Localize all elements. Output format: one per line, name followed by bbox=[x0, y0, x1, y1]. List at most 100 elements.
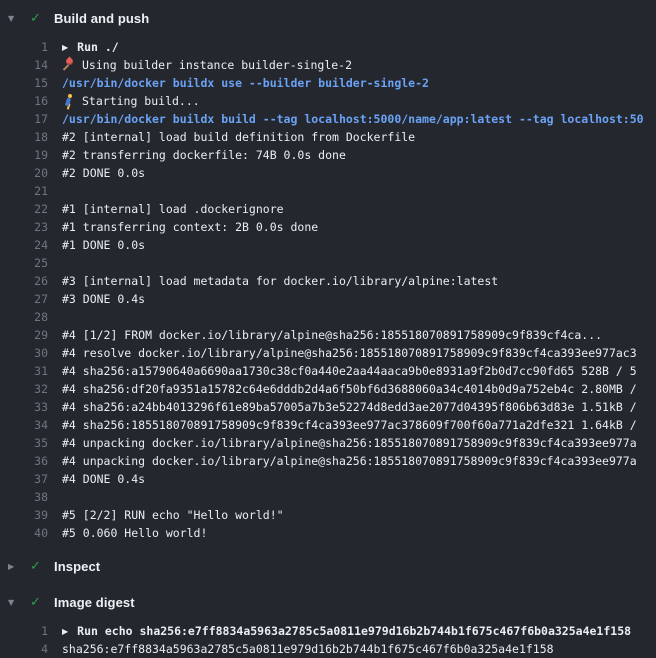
line-number[interactable]: 30 bbox=[0, 344, 48, 362]
line-text: #5 [2/2] RUN echo "Hello world!" bbox=[62, 506, 656, 524]
line-text: Starting build... bbox=[62, 92, 656, 110]
line-text: sha256:e7ff8834a5963a2785c5a0811e979d16b… bbox=[62, 640, 656, 658]
log-line: 17 /usr/bin/docker buildx build --tag lo… bbox=[0, 110, 656, 128]
line-text: #2 DONE 0.0s bbox=[62, 164, 656, 182]
line-number[interactable]: 26 bbox=[0, 272, 48, 290]
line-number[interactable]: 27 bbox=[0, 290, 48, 308]
line-text: #4 [1/2] FROM docker.io/library/alpine@s… bbox=[62, 326, 656, 344]
log-line: 14 Using builder instance builder-single… bbox=[0, 56, 656, 74]
line-number[interactable]: 32 bbox=[0, 380, 48, 398]
log-line: 38 bbox=[0, 488, 656, 506]
log-line: 24 #1 DONE 0.0s bbox=[0, 236, 656, 254]
step-log-lines: 1 ▶Run ./ 14 Using builder instance buil… bbox=[0, 38, 656, 542]
line-text: #2 [internal] load build definition from… bbox=[62, 128, 656, 146]
line-number[interactable]: 15 bbox=[0, 74, 48, 92]
line-text: #2 transferring dockerfile: 74B 0.0s don… bbox=[62, 146, 656, 164]
line-number[interactable]: 38 bbox=[0, 488, 48, 506]
expand-group-icon[interactable]: ▶ bbox=[62, 623, 68, 640]
line-text: #4 unpacking docker.io/library/alpine@sh… bbox=[62, 452, 656, 470]
line-text: /usr/bin/docker buildx build --tag local… bbox=[62, 110, 656, 128]
line-number[interactable]: 31 bbox=[0, 362, 48, 380]
log-line: 21 bbox=[0, 182, 656, 200]
log-line: 28 bbox=[0, 308, 656, 326]
line-text bbox=[62, 488, 656, 506]
step-title: Image digest bbox=[54, 595, 135, 610]
step-log-lines: 1 ▶Run echo sha256:e7ff8834a5963a2785c5a… bbox=[0, 622, 656, 658]
log-line: 4 sha256:e7ff8834a5963a2785c5a0811e979d1… bbox=[0, 640, 656, 658]
line-text bbox=[62, 254, 656, 272]
line-number[interactable]: 23 bbox=[0, 218, 48, 236]
step-header[interactable]: ▶ ✓ Inspect bbox=[0, 552, 656, 580]
line-number[interactable]: 40 bbox=[0, 524, 48, 542]
line-text: ▶Run ./ bbox=[62, 38, 656, 56]
line-number[interactable]: 37 bbox=[0, 470, 48, 488]
line-text: ▶Run echo sha256:e7ff8834a5963a2785c5a08… bbox=[62, 622, 656, 640]
line-number[interactable]: 21 bbox=[0, 182, 48, 200]
step-section-build-and-push: ▼ ✓ Build and push 1 ▶Run ./ 14 Using bu… bbox=[0, 4, 656, 542]
log-line: 30 #4 resolve docker.io/library/alpine@s… bbox=[0, 344, 656, 362]
success-check-icon: ✓ bbox=[30, 595, 54, 610]
line-number[interactable]: 39 bbox=[0, 506, 48, 524]
line-number[interactable]: 25 bbox=[0, 254, 48, 272]
step-section-image-digest: ▼ ✓ Image digest 1 ▶Run echo sha256:e7ff… bbox=[0, 588, 656, 658]
line-number[interactable]: 34 bbox=[0, 416, 48, 434]
line-number[interactable]: 17 bbox=[0, 110, 48, 128]
line-number[interactable]: 1 bbox=[0, 622, 48, 640]
log-line: 1 ▶Run ./ bbox=[0, 38, 656, 56]
chevron-icon[interactable]: ▼ bbox=[0, 14, 30, 23]
line-text: #3 DONE 0.4s bbox=[62, 290, 656, 308]
log-line: 15 /usr/bin/docker buildx use --builder … bbox=[0, 74, 656, 92]
success-check-icon: ✓ bbox=[30, 11, 54, 26]
line-text: #1 [internal] load .dockerignore bbox=[62, 200, 656, 218]
runner-icon bbox=[62, 94, 75, 107]
log-line: 16 Starting build... bbox=[0, 92, 656, 110]
log-line: 23 #1 transferring context: 2B 0.0s done bbox=[0, 218, 656, 236]
log-line: 25 bbox=[0, 254, 656, 272]
line-number[interactable]: 36 bbox=[0, 452, 48, 470]
line-number[interactable]: 22 bbox=[0, 200, 48, 218]
log-line: 32 #4 sha256:df20fa9351a15782c64e6dddb2d… bbox=[0, 380, 656, 398]
line-number[interactable]: 29 bbox=[0, 326, 48, 344]
step-title: Build and push bbox=[54, 11, 149, 26]
line-number[interactable]: 16 bbox=[0, 92, 48, 110]
log-line: 37 #4 DONE 0.4s bbox=[0, 470, 656, 488]
line-text: #3 [internal] load metadata for docker.i… bbox=[62, 272, 656, 290]
line-text: #4 sha256:df20fa9351a15782c64e6dddb2d4a6… bbox=[62, 380, 656, 398]
success-check-icon: ✓ bbox=[30, 559, 54, 574]
log-line: 34 #4 sha256:185518070891758909c9f839cf4… bbox=[0, 416, 656, 434]
line-number[interactable]: 19 bbox=[0, 146, 48, 164]
log-line: 29 #4 [1/2] FROM docker.io/library/alpin… bbox=[0, 326, 656, 344]
line-number[interactable]: 24 bbox=[0, 236, 48, 254]
line-number[interactable]: 28 bbox=[0, 308, 48, 326]
line-text: #1 transferring context: 2B 0.0s done bbox=[62, 218, 656, 236]
chevron-icon[interactable]: ▶ bbox=[0, 562, 30, 571]
line-text: Using builder instance builder-single-2 bbox=[62, 56, 656, 74]
log-line: 18 #2 [internal] load build definition f… bbox=[0, 128, 656, 146]
log-line: 31 #4 sha256:a15790640a6690aa1730c38cf0a… bbox=[0, 362, 656, 380]
expand-group-icon[interactable]: ▶ bbox=[62, 39, 68, 56]
line-number[interactable]: 14 bbox=[0, 56, 48, 74]
line-number[interactable]: 18 bbox=[0, 128, 48, 146]
log-line: 39 #5 [2/2] RUN echo "Hello world!" bbox=[0, 506, 656, 524]
step-header[interactable]: ▼ ✓ Build and push bbox=[0, 4, 656, 32]
step-title: Inspect bbox=[54, 559, 100, 574]
line-number[interactable]: 4 bbox=[0, 640, 48, 658]
line-text: #4 unpacking docker.io/library/alpine@sh… bbox=[62, 434, 656, 452]
line-number[interactable]: 1 bbox=[0, 38, 48, 56]
chevron-icon[interactable]: ▼ bbox=[0, 598, 30, 607]
line-text: #4 DONE 0.4s bbox=[62, 470, 656, 488]
line-number[interactable]: 35 bbox=[0, 434, 48, 452]
line-number[interactable]: 33 bbox=[0, 398, 48, 416]
log-line: 22 #1 [internal] load .dockerignore bbox=[0, 200, 656, 218]
log-line: 27 #3 DONE 0.4s bbox=[0, 290, 656, 308]
log-line: 33 #4 sha256:a24bb4013296f61e89ba57005a7… bbox=[0, 398, 656, 416]
log-line: 36 #4 unpacking docker.io/library/alpine… bbox=[0, 452, 656, 470]
line-number[interactable]: 20 bbox=[0, 164, 48, 182]
pushpin-icon bbox=[62, 58, 75, 71]
line-text bbox=[62, 182, 656, 200]
log-line: 35 #4 unpacking docker.io/library/alpine… bbox=[0, 434, 656, 452]
line-text: /usr/bin/docker buildx use --builder bui… bbox=[62, 74, 656, 92]
log-line: 1 ▶Run echo sha256:e7ff8834a5963a2785c5a… bbox=[0, 622, 656, 640]
step-header[interactable]: ▼ ✓ Image digest bbox=[0, 588, 656, 616]
line-text: #4 sha256:a24bb4013296f61e89ba57005a7b3e… bbox=[62, 398, 656, 416]
